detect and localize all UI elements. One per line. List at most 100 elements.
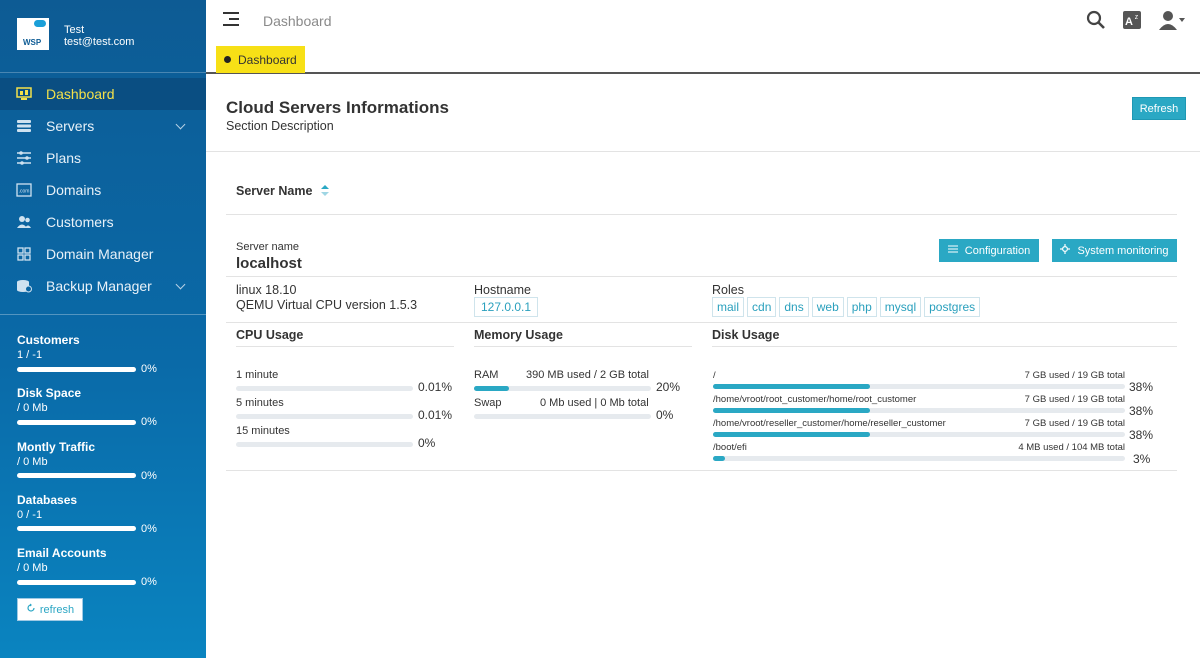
user-email: test@test.com	[64, 36, 135, 48]
disk-detail: 7 GB used / 19 GB total	[1024, 370, 1125, 381]
user-name: Test	[64, 24, 85, 36]
sidebar-item-label: Plans	[46, 150, 82, 166]
sidebar-item-backup-manager[interactable]: Backup Manager	[0, 270, 206, 302]
configuration-label: Configuration	[964, 244, 1031, 257]
stat-customers: Customers 1 / -1 0%	[17, 333, 206, 386]
panel-description: Section Description	[226, 119, 334, 133]
menu-toggle-icon[interactable]	[223, 12, 239, 26]
disk-bar	[713, 456, 1125, 461]
memory-label: Swap	[474, 397, 502, 409]
bar-fill	[713, 432, 870, 437]
sidebar-item-label: Customers	[46, 214, 114, 230]
memory-bar	[474, 414, 651, 419]
os-version: linux 18.10	[236, 283, 297, 297]
cpu-model: QEMU Virtual CPU version 1.5.3	[236, 298, 418, 312]
disk-bar	[713, 408, 1125, 413]
cpu-usage-title: CPU Usage	[236, 328, 304, 342]
stat-databases: Databases 0 / -1 0%	[17, 493, 206, 546]
disk-detail: 7 GB used / 19 GB total	[1024, 418, 1125, 429]
cpu-percent: 0%	[418, 436, 436, 450]
stat-value: / 0 Mb	[17, 562, 48, 575]
stat-title: Montly Traffic	[17, 439, 96, 454]
stat-title: Databases	[17, 492, 78, 507]
stat-value: / 0 Mb	[17, 455, 48, 468]
panel-header: Cloud Servers Informations Section Descr…	[206, 75, 1200, 152]
logo: WSP	[17, 18, 49, 50]
chevron-down-icon	[175, 279, 186, 290]
sidebar-item-servers[interactable]: Servers	[0, 110, 206, 142]
cpu-bar	[236, 442, 413, 447]
svg-text:.com: .com	[19, 189, 30, 195]
stat-bar	[17, 473, 136, 479]
cpu-label: 15 minutes	[236, 425, 290, 437]
cpu-label: 1 minute	[236, 369, 279, 381]
stat-value: 0 / -1	[17, 508, 43, 521]
search-icon[interactable]	[1086, 10, 1106, 35]
sidebar-item-domain-manager[interactable]: Domain Manager	[0, 238, 206, 270]
refresh-button[interactable]: Refresh	[1132, 97, 1186, 120]
sort-icon[interactable]	[320, 184, 330, 203]
roles-list: mail cdn dns web php mysql postgres	[712, 297, 981, 317]
hostname-label: Hostname	[474, 283, 531, 297]
disk-detail: 4 MB used / 104 MB total	[1018, 442, 1125, 453]
user-menu-icon[interactable]	[1158, 10, 1186, 35]
role-badge: dns	[779, 297, 809, 317]
memory-detail: 0 Mb used | 0 Mb total	[540, 397, 649, 409]
disk-detail: 7 GB used / 19 GB total	[1024, 394, 1125, 405]
logo-text: WSP	[23, 38, 42, 47]
cpu-bar	[236, 386, 413, 391]
sidebar-item-label: Domain Manager	[46, 246, 154, 262]
stat-value: / 0 Mb	[17, 402, 48, 415]
system-monitoring-button[interactable]: System monitoring	[1052, 239, 1177, 262]
server-name: localhost	[236, 255, 302, 272]
disk-percent: 38%	[1129, 404, 1154, 418]
bar-fill	[474, 386, 510, 391]
cpu-percent: 0.01%	[418, 408, 453, 422]
sidebar-refresh-label: refresh	[39, 603, 75, 616]
sidebar-item-label: Domains	[46, 182, 102, 198]
page-title: Dashboard	[263, 13, 332, 29]
sidebar-item-label: Dashboard	[46, 86, 115, 102]
disk-path: /home/vroot/reseller_customer/home/resel…	[713, 418, 946, 429]
backup-icon	[16, 279, 32, 293]
disk-path: /	[713, 370, 716, 381]
sidebar-item-label: Backup Manager	[46, 278, 152, 294]
stat-title: Email Accounts	[17, 546, 107, 561]
stat-disk-space: Disk Space / 0 Mb 0%	[17, 386, 206, 439]
sidebar-item-label: Servers	[46, 118, 95, 134]
sidebar-item-plans[interactable]: Plans	[0, 142, 206, 174]
stat-percent: 0%	[141, 469, 157, 482]
disk-bar	[713, 432, 1125, 437]
sidebar-item-customers[interactable]: Customers	[0, 206, 206, 238]
usage-stats: Customers 1 / -1 0% Disk Space / 0 Mb 0%…	[0, 314, 206, 621]
stat-bar	[17, 366, 136, 372]
sidebar-item-domains[interactable]: .com Domains	[0, 174, 206, 206]
servers-icon	[16, 119, 32, 133]
disk-usage-title: Disk Usage	[712, 328, 780, 342]
dot-icon	[224, 56, 231, 63]
roles-label: Roles	[712, 283, 744, 297]
tab-dashboard[interactable]: Dashboard	[216, 46, 305, 73]
bar-fill	[713, 456, 726, 461]
customers-icon	[16, 215, 32, 229]
disk-percent: 38%	[1129, 380, 1154, 394]
configuration-button[interactable]: Configuration	[939, 239, 1039, 262]
sidebar-refresh-button[interactable]: refresh	[17, 598, 83, 621]
stat-value: 1 / -1	[17, 349, 43, 361]
os-info: linux 18.10 QEMU Virtual CPU version 1.5…	[236, 283, 417, 313]
stat-traffic: Montly Traffic / 0 Mb 0%	[17, 440, 206, 493]
memory-percent: 0%	[656, 408, 674, 422]
server-name-label: Server name	[236, 241, 299, 253]
sidebar-item-dashboard[interactable]: Dashboard	[0, 78, 206, 110]
stat-bar	[17, 526, 136, 532]
bar-fill	[713, 408, 870, 413]
servers-table: Server Name Server name localhost Config…	[226, 152, 1177, 471]
stat-percent: 0%	[141, 576, 157, 589]
memory-percent: 20%	[656, 380, 681, 394]
stat-email-accounts: Email Accounts / 0 Mb 0%	[17, 546, 206, 599]
translate-icon[interactable]: Az	[1122, 10, 1142, 35]
column-header-server-name[interactable]: Server Name	[236, 184, 312, 198]
main-panel: Cloud Servers Informations Section Descr…	[206, 75, 1200, 658]
bar-fill	[713, 384, 870, 389]
cloud-icon	[34, 20, 46, 27]
